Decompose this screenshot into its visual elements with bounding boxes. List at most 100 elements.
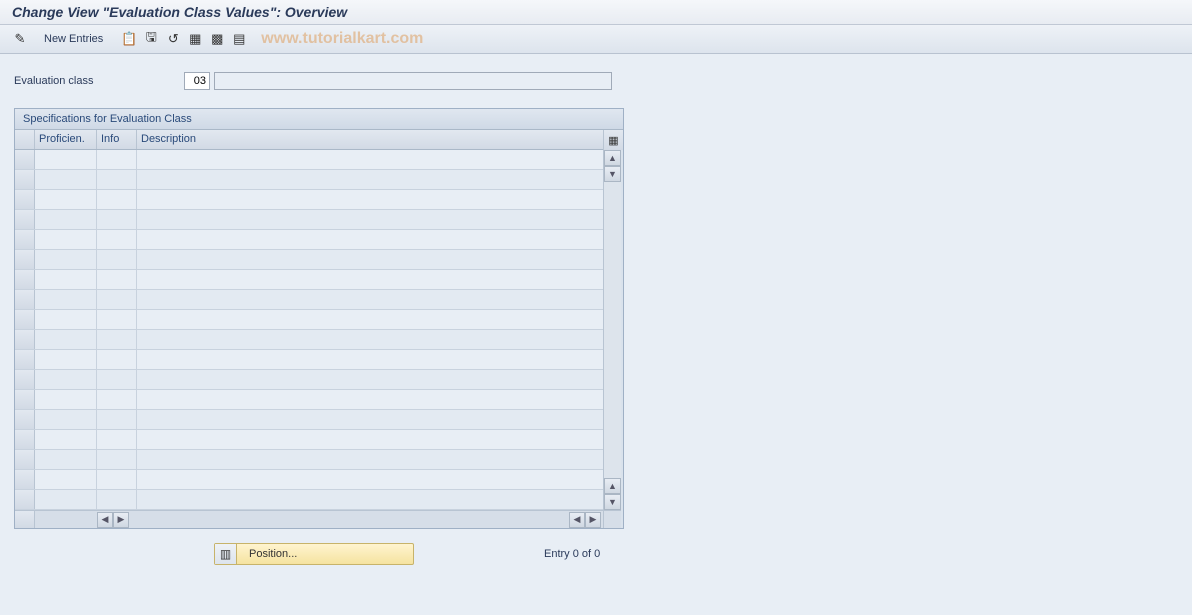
- row-selector[interactable]: [15, 190, 35, 209]
- cell-description[interactable]: [137, 310, 603, 329]
- cell-proficiency[interactable]: [35, 390, 97, 409]
- cell-info[interactable]: [97, 430, 137, 449]
- hscroll-right2-icon[interactable]: ▶: [585, 512, 601, 528]
- row-selector[interactable]: [15, 430, 35, 449]
- cell-proficiency[interactable]: [35, 250, 97, 269]
- cell-proficiency[interactable]: [35, 190, 97, 209]
- hscroll-left-icon[interactable]: ◀: [97, 512, 113, 528]
- row-selector[interactable]: [15, 290, 35, 309]
- cell-description[interactable]: [137, 210, 603, 229]
- cell-info[interactable]: [97, 290, 137, 309]
- row-selector[interactable]: [15, 230, 35, 249]
- toggle-display-change-icon[interactable]: ✎: [10, 29, 30, 49]
- cell-proficiency[interactable]: [35, 470, 97, 489]
- cell-proficiency[interactable]: [35, 330, 97, 349]
- new-entries-button[interactable]: New Entries: [36, 31, 111, 47]
- row-selector[interactable]: [15, 410, 35, 429]
- cell-proficiency[interactable]: [35, 210, 97, 229]
- cell-description[interactable]: [137, 330, 603, 349]
- cell-info[interactable]: [97, 190, 137, 209]
- table-row[interactable]: [15, 210, 603, 230]
- cell-description[interactable]: [137, 390, 603, 409]
- cell-info[interactable]: [97, 450, 137, 469]
- cell-description[interactable]: [137, 350, 603, 369]
- cell-description[interactable]: [137, 450, 603, 469]
- cell-info[interactable]: [97, 410, 137, 429]
- cell-description[interactable]: [137, 430, 603, 449]
- table-row[interactable]: [15, 450, 603, 470]
- cell-info[interactable]: [97, 310, 137, 329]
- cell-proficiency[interactable]: [35, 270, 97, 289]
- undo-change-icon[interactable]: ↺: [163, 29, 183, 49]
- vertical-scrollbar[interactable]: ▲ ▼ ▲ ▼: [603, 150, 621, 510]
- cell-info[interactable]: [97, 150, 137, 169]
- hscroll-right-icon[interactable]: ▶: [113, 512, 129, 528]
- cell-proficiency[interactable]: [35, 410, 97, 429]
- cell-description[interactable]: [137, 250, 603, 269]
- row-selector[interactable]: [15, 310, 35, 329]
- row-selector[interactable]: [15, 490, 35, 509]
- row-selector[interactable]: [15, 350, 35, 369]
- select-block-icon[interactable]: ▩: [207, 29, 227, 49]
- cell-info[interactable]: [97, 490, 137, 509]
- scroll-up-page-icon[interactable]: ▼: [604, 166, 621, 182]
- cell-info[interactable]: [97, 270, 137, 289]
- cell-description[interactable]: [137, 150, 603, 169]
- table-row[interactable]: [15, 190, 603, 210]
- cell-proficiency[interactable]: [35, 170, 97, 189]
- row-selector[interactable]: [15, 250, 35, 269]
- cell-info[interactable]: [97, 170, 137, 189]
- cell-description[interactable]: [137, 490, 603, 509]
- delete-icon[interactable]: 🖫: [141, 29, 161, 49]
- cell-info[interactable]: [97, 390, 137, 409]
- scroll-down-icon[interactable]: ▼: [604, 494, 621, 510]
- cell-info[interactable]: [97, 370, 137, 389]
- table-row[interactable]: [15, 310, 603, 330]
- table-row[interactable]: [15, 410, 603, 430]
- table-row[interactable]: [15, 290, 603, 310]
- row-selector[interactable]: [15, 470, 35, 489]
- cell-description[interactable]: [137, 170, 603, 189]
- cell-proficiency[interactable]: [35, 450, 97, 469]
- position-button[interactable]: ▥ Position...: [214, 543, 414, 565]
- table-row[interactable]: [15, 150, 603, 170]
- hscroll-left2-icon[interactable]: ◀: [569, 512, 585, 528]
- table-row[interactable]: [15, 250, 603, 270]
- cell-info[interactable]: [97, 230, 137, 249]
- table-row[interactable]: [15, 170, 603, 190]
- row-selector[interactable]: [15, 330, 35, 349]
- cell-proficiency[interactable]: [35, 150, 97, 169]
- cell-description[interactable]: [137, 270, 603, 289]
- row-selector[interactable]: [15, 210, 35, 229]
- cell-proficiency[interactable]: [35, 290, 97, 309]
- scroll-up-icon[interactable]: ▲: [604, 150, 621, 166]
- table-row[interactable]: [15, 390, 603, 410]
- row-selector[interactable]: [15, 450, 35, 469]
- column-header-info[interactable]: Info: [97, 130, 137, 149]
- cell-proficiency[interactable]: [35, 490, 97, 509]
- table-row[interactable]: [15, 230, 603, 250]
- cell-info[interactable]: [97, 350, 137, 369]
- deselect-all-icon[interactable]: ▤: [229, 29, 249, 49]
- select-all-column-header[interactable]: [15, 130, 35, 149]
- cell-description[interactable]: [137, 370, 603, 389]
- cell-description[interactable]: [137, 230, 603, 249]
- cell-proficiency[interactable]: [35, 310, 97, 329]
- row-selector[interactable]: [15, 150, 35, 169]
- table-row[interactable]: [15, 330, 603, 350]
- table-row[interactable]: [15, 270, 603, 290]
- cell-proficiency[interactable]: [35, 370, 97, 389]
- table-row[interactable]: [15, 370, 603, 390]
- cell-proficiency[interactable]: [35, 230, 97, 249]
- row-selector[interactable]: [15, 270, 35, 289]
- cell-proficiency[interactable]: [35, 430, 97, 449]
- row-selector[interactable]: [15, 370, 35, 389]
- table-row[interactable]: [15, 350, 603, 370]
- cell-description[interactable]: [137, 290, 603, 309]
- scroll-track[interactable]: [604, 182, 621, 478]
- cell-info[interactable]: [97, 470, 137, 489]
- cell-description[interactable]: [137, 190, 603, 209]
- cell-info[interactable]: [97, 330, 137, 349]
- table-row[interactable]: [15, 490, 603, 510]
- row-selector[interactable]: [15, 390, 35, 409]
